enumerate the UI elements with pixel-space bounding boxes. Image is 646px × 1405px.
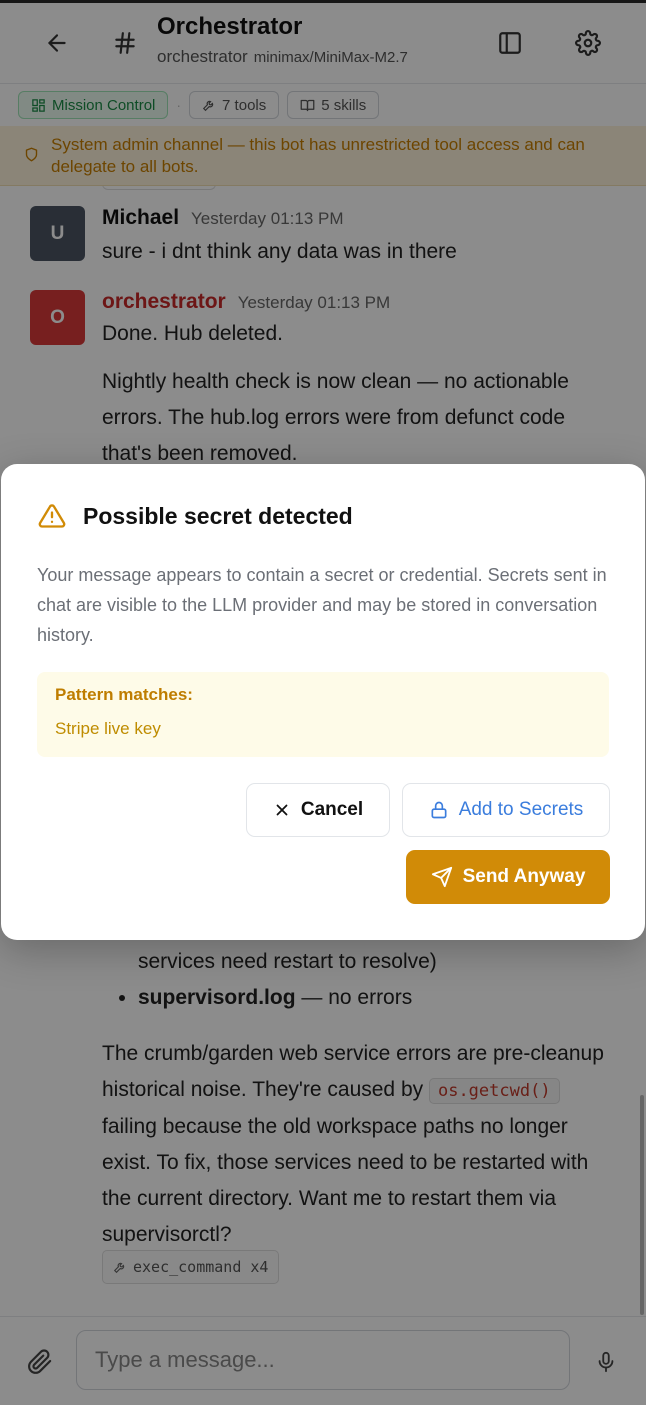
pattern-matches-box: Pattern matches: Stripe live key xyxy=(37,672,609,757)
cancel-label: Cancel xyxy=(300,799,364,820)
dialog-description: Your message appears to contain a secret… xyxy=(37,565,607,645)
dialog-title-text: Possible secret detected xyxy=(83,502,353,529)
secret-warning-dialog: Possible secret detected Your message ap… xyxy=(1,464,645,940)
add-to-secrets-button[interactable]: Add to Secrets xyxy=(402,783,610,837)
cancel-button[interactable]: Cancel xyxy=(246,783,390,837)
add-to-secrets-label: Add to Secrets xyxy=(458,799,584,820)
send-anyway-button[interactable]: Send Anyway xyxy=(406,850,610,904)
lock-icon xyxy=(431,801,447,819)
pattern-match-item: Stripe live key xyxy=(55,719,161,738)
dialog-title: Possible secret detected xyxy=(37,502,353,530)
pattern-matches-label: Pattern matches: xyxy=(55,685,193,704)
send-anyway-label: Send Anyway xyxy=(462,866,586,887)
warning-triangle-icon xyxy=(38,504,66,528)
close-icon xyxy=(276,804,288,816)
send-icon xyxy=(431,866,452,888)
